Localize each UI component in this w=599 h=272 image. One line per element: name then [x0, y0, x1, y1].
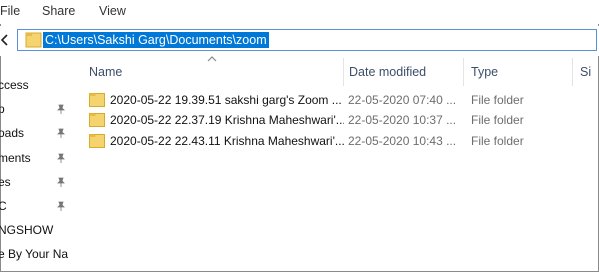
sort-ascending-icon: [207, 56, 217, 62]
navigation-pane: ccess p oads ments es C NGSHOW e By Your…: [0, 56, 75, 270]
nav-item-quick-access[interactable]: ccess: [0, 76, 29, 94]
tab-share[interactable]: Share: [42, 4, 75, 18]
column-header-size[interactable]: Si: [580, 62, 599, 82]
file-date-modified: 22-05-2020 10:43 ...: [348, 134, 457, 148]
file-row[interactable]: 2020-05-22 22.37.19 Krishna Maheshwari'.…: [86, 110, 596, 130]
folder-icon: [89, 93, 105, 107]
nav-item-pc[interactable]: C: [0, 197, 7, 215]
nav-item-pictures[interactable]: es: [0, 173, 11, 191]
file-type: File folder: [471, 93, 524, 107]
column-divider[interactable]: [463, 58, 464, 86]
pin-icon: [57, 153, 65, 163]
nav-chevron-icon[interactable]: [0, 33, 10, 47]
tab-file[interactable]: File: [0, 4, 20, 18]
column-header-name[interactable]: Name: [89, 62, 122, 82]
file-row[interactable]: 2020-05-22 19.39.51 sakshi garg's Zoom .…: [86, 90, 596, 110]
column-divider[interactable]: [343, 58, 344, 86]
file-name: 2020-05-22 22.37.19 Krishna Maheshwari'.…: [110, 113, 344, 127]
column-divider[interactable]: [572, 58, 573, 86]
folder-icon: [25, 32, 42, 48]
nav-item-ngshow[interactable]: NGSHOW: [0, 221, 53, 239]
pin-icon: [57, 128, 65, 138]
file-row[interactable]: 2020-05-22 22.43.11 Krishna Maheshwari'.…: [86, 131, 596, 151]
file-date-modified: 22-05-2020 10:37 ...: [348, 113, 457, 127]
file-name: 2020-05-22 22.43.11 Krishna Maheshwari'.…: [110, 134, 344, 148]
folder-icon: [89, 113, 105, 127]
column-header-type[interactable]: Type: [471, 62, 498, 82]
folder-icon: [89, 134, 105, 148]
file-type: File folder: [471, 113, 524, 127]
ribbon: File Share View: [0, 0, 599, 24]
nav-item-by-your-name[interactable]: e By Your Na: [0, 245, 68, 263]
file-date-modified: 22-05-2020 07:40 ...: [348, 93, 457, 107]
tab-view[interactable]: View: [99, 4, 126, 18]
pin-icon: [57, 104, 65, 114]
address-bar[interactable]: C:\Users\Sakshi Garg\Documents\zoom: [17, 29, 597, 51]
pin-icon: [57, 201, 65, 211]
nav-item-documents[interactable]: ments: [0, 149, 31, 167]
file-type: File folder: [471, 134, 524, 148]
nav-item-downloads[interactable]: oads: [0, 124, 24, 142]
column-header-date-modified[interactable]: Date modified: [349, 62, 426, 82]
address-row: C:\Users\Sakshi Garg\Documents\zoom: [0, 26, 599, 56]
nav-item-desktop[interactable]: p: [0, 100, 5, 118]
file-name: 2020-05-22 19.39.51 sakshi garg's Zoom .…: [110, 93, 342, 107]
pin-icon: [57, 177, 65, 187]
address-path[interactable]: C:\Users\Sakshi Garg\Documents\zoom: [43, 32, 269, 48]
